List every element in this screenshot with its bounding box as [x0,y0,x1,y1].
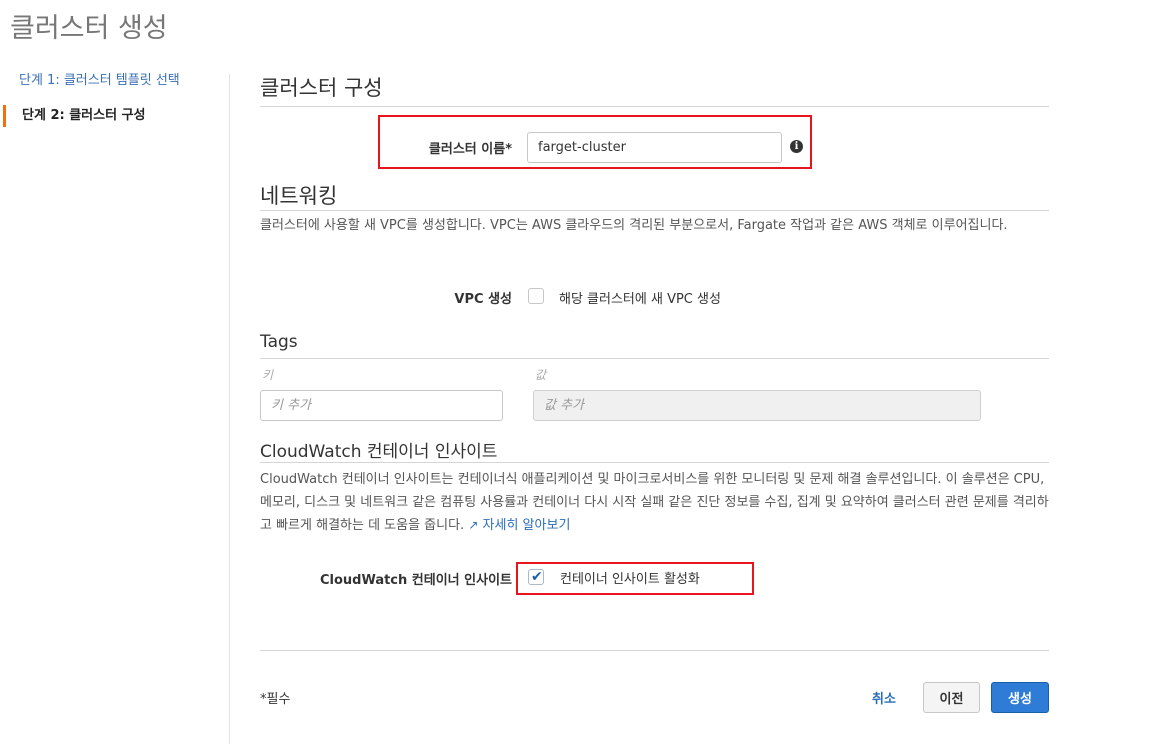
cluster-name-label: 클러스터 이름* [428,142,512,157]
tag-value-input[interactable] [533,390,981,421]
step-1-link[interactable]: 단계 1: 클러스터 템플릿 선택 [0,70,220,92]
cloudwatch-description: CloudWatch 컨테이너 인사이트는 컨테이너식 애플리케이션 및 마이크… [260,468,1049,537]
divider [260,462,1049,463]
previous-button[interactable]: 이전 [923,682,980,713]
cluster-name-input[interactable] [527,132,782,163]
tags-heading: Tags [260,332,298,352]
cluster-config-heading: 클러스터 구성 [260,76,383,100]
networking-description: 클러스터에 사용할 새 VPC를 생성합니다. VPC는 AWS 클라우드의 격… [260,218,1008,233]
cloudwatch-description-text: CloudWatch 컨테이너 인사이트는 컨테이너식 애플리케이션 및 마이크… [260,472,1049,533]
tag-key-label: 키 [262,368,274,382]
divider [260,358,1049,359]
info-icon[interactable]: i [790,140,803,153]
divider [260,106,1049,107]
container-insights-checkbox-label[interactable]: 컨테이너 인사이트 활성화 [560,568,700,587]
create-button[interactable]: 생성 [991,682,1049,713]
container-insights-label: CloudWatch 컨테이너 인사이트 [319,573,512,588]
vpc-create-checkbox-label[interactable]: 해당 클러스터에 새 VPC 생성 [559,288,721,307]
page-title: 클러스터 생성 [10,13,168,44]
wizard-steps: 단계 1: 클러스터 템플릿 선택 단계 2: 클러스터 구성 [0,70,220,127]
required-note: *필수 [260,692,291,707]
networking-heading: 네트워킹 [260,184,338,208]
tag-key-input[interactable] [260,390,503,421]
footer-divider [260,650,1049,651]
tag-value-label: 값 [535,368,547,382]
step-2-current: 단계 2: 클러스터 구성 [3,105,220,127]
vertical-divider [229,74,230,744]
cloudwatch-heading: CloudWatch 컨테이너 인사이트 [260,442,498,462]
vpc-create-checkbox[interactable] [528,288,544,304]
vpc-create-label: VPC 생성 [454,292,512,307]
main-panel: 클러스터 구성 클러스터 이름* i 네트워킹 클러스터에 사용할 새 VPC를… [260,0,1049,751]
learn-more-link[interactable]: 자세히 알아보기 [483,518,571,533]
divider [260,210,1049,211]
container-insights-checkbox[interactable]: ✔ [528,569,544,585]
cancel-button[interactable]: 취소 [856,682,912,713]
checkmark-icon: ✔ [531,569,543,585]
external-link-icon: ↗ [468,518,479,532]
